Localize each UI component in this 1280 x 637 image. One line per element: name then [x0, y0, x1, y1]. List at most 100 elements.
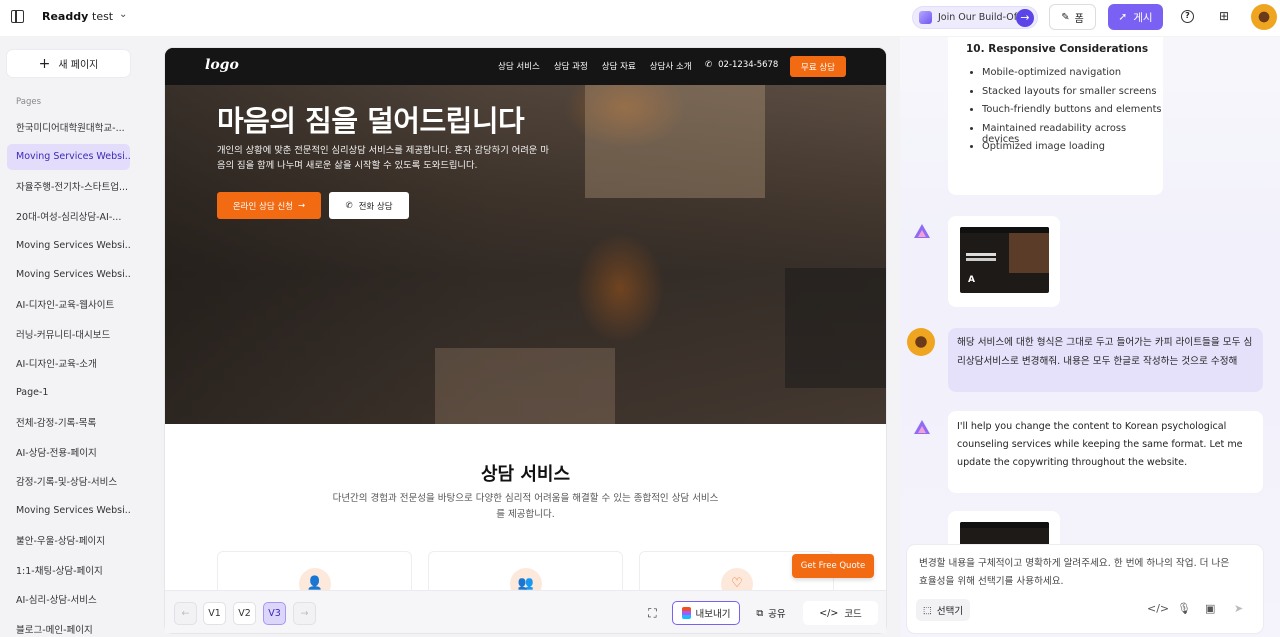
nav-phone-number: 02-1234-5678 [718, 60, 779, 70]
top-bar: Readdy test ⌄ Join Our Build-Off → ✎ 폼 ➚… [0, 0, 1280, 36]
page-item[interactable]: 자율주행-전기차-스타트업... [7, 173, 130, 200]
assistant-logo-icon [912, 420, 932, 436]
image-icon[interactable]: ▣ [1205, 602, 1215, 615]
site-preview: 마음의 짐을 덜어드립니다 개인의 상황에 맞춘 전문적인 심리상담 서비스를 … [165, 48, 886, 633]
new-page-button[interactable]: + 새 페이지 [7, 50, 130, 77]
phone-icon: ✆ [345, 200, 353, 211]
plan-list-item: Stacked layouts for smaller screens [982, 86, 1163, 105]
user-avatar[interactable] [1251, 4, 1277, 30]
chat-panel: 10. Responsive Considerations Mobile-opt… [900, 37, 1280, 637]
user-message: 해당 서비스에 대한 형식은 그대로 두고 들어가는 카피 라이트들을 모두 심… [948, 328, 1263, 392]
online-consult-button[interactable]: 온라인 상담 신청 → [217, 192, 321, 219]
arrow-right-icon: → [298, 200, 306, 211]
pages-heading: Pages [16, 97, 42, 107]
online-consult-label: 온라인 상담 신청 [232, 201, 294, 212]
send-icon[interactable]: ➤ [1234, 602, 1243, 615]
free-consult-button[interactable]: 무료 상담 [790, 56, 846, 77]
phone-icon: ✆ [705, 60, 713, 70]
plan-heading: 10. Responsive Considerations [966, 43, 1149, 55]
version-button-v2[interactable]: V2 [233, 602, 256, 625]
page-item[interactable]: 1:1-채팅-상담-페이지 [7, 557, 130, 584]
phone-consult-label: 전화 상담 [358, 201, 393, 212]
hero-section: 마음의 짐을 덜어드립니다 개인의 상황에 맞춘 전문적인 심리상담 서비스를 … [165, 48, 886, 424]
chat-composer[interactable]: 변경할 내용을 구체적이고 명확하게 알려주세요. 한 번에 하나의 작업. 더… [907, 545, 1263, 633]
publish-button[interactable]: ➚ 게시 [1108, 4, 1163, 30]
phone-consult-button[interactable]: ✆ 전화 상담 [329, 192, 409, 219]
page-item[interactable]: AI-디자인-교육-소개 [7, 350, 130, 377]
code-button[interactable]: </> 코드 [803, 601, 878, 625]
version-button-v3[interactable]: V3 [263, 602, 286, 625]
page-item[interactable]: AI-디자인-교육-웹사이트 [7, 291, 130, 318]
site-logo[interactable]: logo [205, 57, 239, 73]
sidebar-toggle-icon[interactable] [11, 10, 24, 23]
buildoff-banner[interactable]: Join Our Build-Off → [912, 6, 1038, 29]
page-item[interactable]: Moving Services Websi... [7, 498, 130, 525]
nav-link[interactable]: 상담사 소개 [650, 60, 692, 72]
plan-list-item: Optimized image loading [982, 141, 1163, 160]
arrow-right-icon[interactable]: → [1016, 9, 1034, 27]
nav-link[interactable]: 상담 자료 [602, 60, 636, 72]
page-item[interactable]: Page-1 [7, 380, 130, 407]
page-item-active[interactable]: Moving Services Websi... [7, 143, 130, 170]
get-free-quote-button[interactable]: Get Free Quote [792, 554, 874, 578]
services-subtitle: 다년간의 경험과 전문성을 바탕으로 다양한 심리적 어려움을 해결할 수 있는… [332, 493, 719, 520]
page-item[interactable]: 불안-우울-상담-페이지 [7, 527, 130, 554]
composer-input[interactable]: 변경할 내용을 구체적이고 명확하게 알려주세요. 한 번에 하나의 작업. 더… [919, 555, 1239, 590]
export-button[interactable]: 내보내기 [672, 601, 740, 625]
pages-sidebar: + 새 페이지 Pages 한국미디어대학원대학교-... Moving Ser… [0, 37, 143, 637]
hero-subtitle: 개인의 상황에 맞춘 전문적인 심리상담 서비스를 제공합니다. 혼자 감당하기… [217, 145, 549, 171]
services-title: 상담 서비스 [480, 464, 571, 485]
page-item[interactable]: 20대-여성-심리상담-AI-... [7, 203, 130, 230]
cursor-select-icon: ⬚ [922, 604, 932, 616]
page-item[interactable]: 전체-감정-기록-목록 [7, 409, 130, 436]
project-selector[interactable]: test [92, 10, 113, 23]
form-button[interactable]: ✎ 폼 [1049, 4, 1096, 30]
page-item[interactable]: 한국미디어대학원대학교-... [7, 114, 130, 141]
forward-arrow-icon[interactable]: → [293, 602, 316, 625]
microphone-icon[interactable]: 🎙 [1177, 602, 1191, 615]
page-item[interactable]: AI-심리-상담-서비스 [7, 586, 130, 613]
hero-title: 마음의 짐을 덜어드립니다 [217, 104, 525, 138]
assistant-logo-icon [912, 224, 932, 240]
hero-photo-detail [785, 268, 886, 388]
share-button-label: 공유 [768, 609, 786, 620]
page-item[interactable]: 감정-기록-및-상담-서비스 [7, 468, 130, 495]
brand-name: Readdy [42, 10, 89, 23]
preview-thumbnail[interactable]: A [960, 227, 1049, 293]
plan-list: Mobile-optimized navigation Stacked layo… [982, 67, 1163, 160]
preview-toolbar: ← V1 V2 V3 → ⛶ 내보내기 ⧉ 공유 </> 코드 [165, 590, 886, 633]
version-button-v1[interactable]: V1 [203, 602, 226, 625]
page-item[interactable]: 블로그-메인-페이지 [7, 616, 130, 637]
nav-phone[interactable]: ✆ 02-1234-5678 [705, 60, 778, 70]
plus-icon: + [38, 55, 51, 72]
plan-list-item: Mobile-optimized navigation [982, 67, 1163, 86]
export-button-label: 내보내기 [695, 609, 731, 620]
page-item[interactable]: 러닝-커뮤니티-대시보드 [7, 321, 130, 348]
selector-button-label: 선택기 [936, 606, 964, 617]
code-icon[interactable]: </> [1147, 602, 1169, 615]
gift-icon[interactable]: ⊞ [1219, 9, 1229, 23]
site-nav-links: 상담 서비스 상담 과정 상담 자료 상담사 소개 [498, 60, 692, 72]
buildoff-logo-icon [919, 11, 932, 24]
nav-link[interactable]: 상담 과정 [554, 60, 588, 72]
assistant-reply: I'll help you change the content to Kore… [948, 411, 1263, 493]
form-button-label: 폼 [1074, 13, 1084, 25]
new-page-label: 새 페이지 [58, 60, 99, 71]
nav-link[interactable]: 상담 서비스 [498, 60, 540, 72]
preview-thumbnail-card[interactable]: A [948, 216, 1060, 307]
page-item[interactable]: Moving Services Websi... [7, 262, 130, 289]
share-button[interactable]: ⧉ 공유 [748, 601, 794, 625]
fullscreen-icon[interactable]: ⛶ [641, 602, 664, 625]
page-item[interactable]: AI-상담-전용-페이지 [7, 439, 130, 466]
back-arrow-icon[interactable]: ← [174, 602, 197, 625]
chevron-down-icon[interactable]: ⌄ [119, 9, 127, 20]
thumbnail-logo-icon: A [968, 275, 975, 285]
site-navbar: logo 상담 서비스 상담 과정 상담 자료 상담사 소개 ✆ 02-1234… [165, 48, 886, 85]
selector-button[interactable]: ⬚ 선택기 [916, 599, 970, 621]
help-icon[interactable]: ? [1181, 10, 1194, 23]
publish-button-label: 게시 [1133, 11, 1153, 24]
plan-list-item: Touch-friendly buttons and elements [982, 104, 1163, 123]
assistant-plan-card: 10. Responsive Considerations Mobile-opt… [948, 37, 1163, 195]
form-edit-icon: ✎ [1061, 11, 1070, 23]
page-item[interactable]: Moving Services Websi... [7, 232, 130, 259]
